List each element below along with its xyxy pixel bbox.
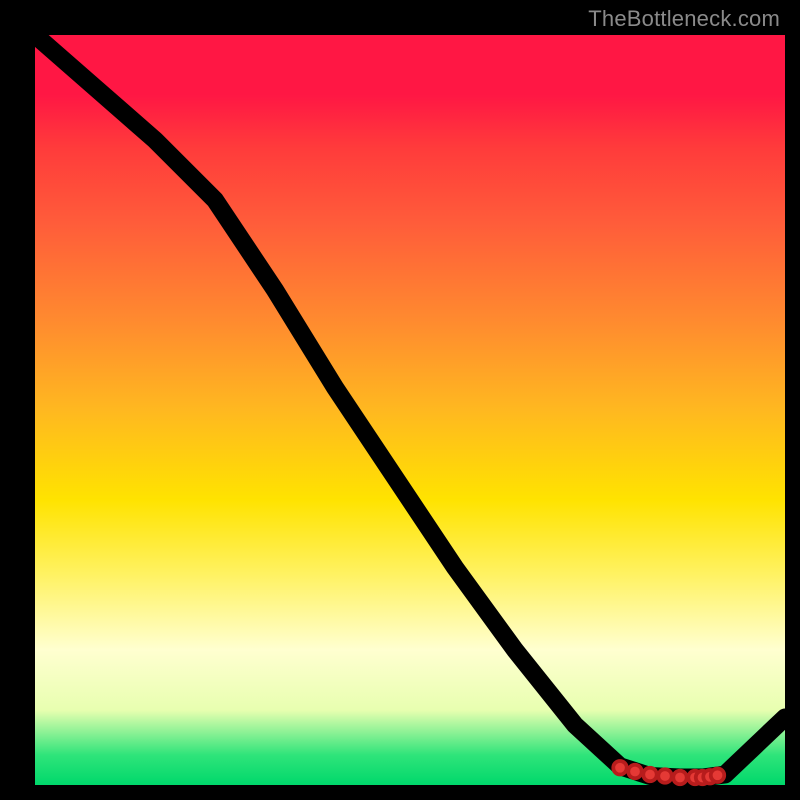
highlighted-point [658,769,672,783]
highlighted-point [613,761,627,775]
highlighted-point [711,768,725,782]
highlighted-point [628,765,642,779]
highlighted-point [673,771,687,785]
performance-curve [35,35,785,778]
watermark-text: TheBottleneck.com [588,6,780,32]
chart-overlay [35,35,785,785]
highlighted-point [643,768,657,782]
chart-stage: TheBottleneck.com [0,0,800,800]
